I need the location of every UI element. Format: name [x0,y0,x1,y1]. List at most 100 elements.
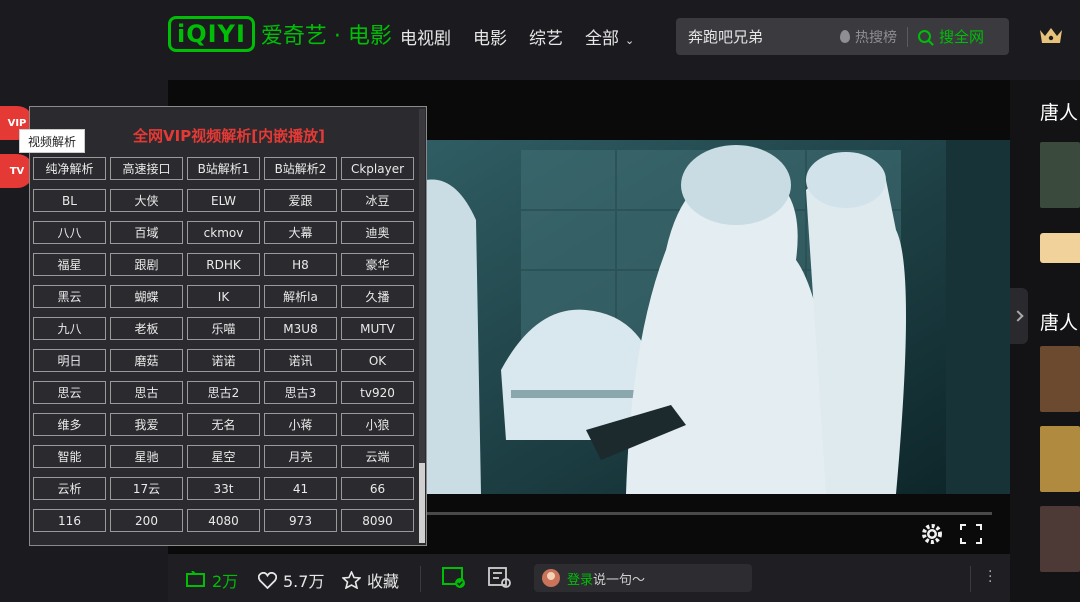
recommend-thumb-3[interactable] [1040,426,1080,492]
vip-parse-button[interactable]: 33t [187,477,260,500]
vip-panel-title: 全网VIP视频解析[内嵌播放] [133,127,325,145]
vip-icon-label: VIP [7,117,27,129]
vip-parse-button[interactable]: 百域 [110,221,183,244]
vip-parse-button[interactable]: 维多 [33,413,106,436]
action-divider [420,566,421,592]
page: iQIYI 爱奇艺 · 电影 电视剧 电影 综艺 全部 ⌄ 热搜榜 搜全网 [0,0,1080,602]
nav-item-variety[interactable]: 综艺 [529,24,563,49]
vip-parse-button[interactable]: 纯净解析 [33,157,106,180]
vip-parse-button[interactable]: 116 [33,509,106,532]
vip-parse-button[interactable]: 黑云 [33,285,106,308]
vip-parse-button[interactable]: 8090 [341,509,414,532]
vip-parse-button[interactable]: 小蒋 [264,413,337,436]
recommend-thumb-2[interactable] [1040,346,1080,412]
vip-parse-button[interactable]: tv920 [341,381,414,404]
collect-button[interactable]: 收藏 [342,568,399,592]
vip-parse-button[interactable]: 磨菇 [110,349,183,372]
vip-parse-button[interactable]: 迪奥 [341,221,414,244]
like-button[interactable]: 5.7万 [258,568,324,592]
vip-parse-button[interactable]: 17云 [110,477,183,500]
vip-parse-button[interactable]: 星驰 [110,445,183,468]
vip-parse-button[interactable]: 久播 [341,285,414,308]
vip-parse-panel: 全网VIP视频解析[内嵌播放] 纯净解析 高速接口 B站解析1 B站解析2 Ckplay… [29,106,427,546]
vip-parse-button[interactable]: 月亮 [264,445,337,468]
search-icon [918,30,931,43]
vip-parse-button[interactable]: 云端 [341,445,414,468]
hot-search-link[interactable]: 热搜榜 [840,27,897,47]
recommend-thumb-1[interactable] [1040,142,1080,208]
vip-parse-button[interactable]: IK [187,285,260,308]
vip-parse-button[interactable]: 云析 [33,477,106,500]
vip-parse-button[interactable]: 八八 [33,221,106,244]
vip-parse-button[interactable]: 福星 [33,253,106,276]
vip-parse-button[interactable]: 智能 [33,445,106,468]
vip-parse-button[interactable]: 大幕 [264,221,337,244]
vip-parse-button[interactable]: 思古3 [264,381,337,404]
vip-parse-button[interactable]: 高速接口 [110,157,183,180]
search-input[interactable] [676,27,836,46]
vip-parse-button[interactable]: 九八 [33,317,106,340]
vip-parse-button[interactable]: 蝴蝶 [110,285,183,308]
vip-parse-button[interactable]: 无名 [187,413,260,436]
vip-parse-button[interactable]: Ckplayer [341,157,414,180]
vip-parse-button[interactable]: ckmov [187,221,260,244]
progress-bar[interactable] [426,512,992,515]
vip-parse-button[interactable]: H8 [264,253,337,276]
nav-item-all[interactable]: 全部 ⌄ [585,24,634,49]
top-header: iQIYI 爱奇艺 · 电影 电视剧 电影 综艺 全部 ⌄ 热搜榜 搜全网 [0,0,1080,72]
vip-parse-button[interactable]: 诺诺 [187,349,260,372]
vip-panel-scroll-thumb[interactable] [419,463,425,543]
search-divider [907,26,908,47]
vip-parse-button[interactable]: 200 [110,509,183,532]
vip-parse-button[interactable]: RDHK [187,253,260,276]
vip-parse-button[interactable]: B站解析1 [187,157,260,180]
more-options-icon[interactable]: · · · [988,565,992,589]
site-logo[interactable]: iQIYI 爱奇艺 · 电影 [168,14,392,54]
recommend-thumb-4[interactable] [1040,506,1080,572]
vip-parse-button[interactable]: MUTV [341,317,414,340]
vip-parse-button[interactable]: BL [33,189,106,212]
nav-item-tv[interactable]: 电视剧 [400,24,451,49]
vip-parse-button[interactable]: 41 [264,477,337,500]
vip-parse-button[interactable]: 爱跟 [264,189,337,212]
vip-parse-button[interactable]: 乐喵 [187,317,260,340]
flame-icon [840,30,850,43]
sidebar-toggle-chevron-icon[interactable] [1010,288,1028,344]
vip-parse-button[interactable]: 思古 [110,381,183,404]
logo-mark: iQIYI [168,16,255,52]
nav-item-movie[interactable]: 电影 [473,24,507,49]
vip-parse-button[interactable]: 跟剧 [110,253,183,276]
fullscreen-icon[interactable] [960,524,982,544]
vip-parse-button[interactable]: 973 [264,509,337,532]
vip-parse-button[interactable]: 小狼 [341,413,414,436]
danmaku-count: 2万 [212,572,239,591]
vip-parse-button[interactable]: 星空 [187,445,260,468]
vip-parse-button[interactable]: 诺讯 [264,349,337,372]
comment-login-link[interactable]: 登录 [567,569,593,588]
vip-parse-button[interactable]: B站解析2 [264,157,337,180]
vip-parse-button[interactable]: 我爱 [110,413,183,436]
vip-parse-button[interactable]: 明日 [33,349,106,372]
crown-icon[interactable] [1038,26,1064,46]
main-nav: 电视剧 电影 综艺 全部 ⌄ [400,24,656,49]
search-all-button[interactable]: 搜全网 [918,26,984,47]
vip-parse-button[interactable]: 大侠 [110,189,183,212]
screen-cast-icon[interactable] [442,567,466,589]
vip-parse-button[interactable]: 思云 [33,381,106,404]
comment-input[interactable]: 登录 说一句～ [534,564,752,592]
recommend-action-button[interactable] [1040,233,1080,263]
vip-parse-button[interactable]: 思古2 [187,381,260,404]
danmaku-icon [186,571,205,587]
vip-parse-button[interactable]: OK [341,349,414,372]
danmaku-count-button[interactable]: 2万 [186,568,238,592]
vip-parse-button[interactable]: 4080 [187,509,260,532]
playlist-settings-icon[interactable] [488,567,512,589]
vip-parse-button[interactable]: 冰豆 [341,189,414,212]
settings-gear-icon[interactable] [920,522,944,546]
vip-parse-button[interactable]: 老板 [110,317,183,340]
vip-parse-button[interactable]: 豪华 [341,253,414,276]
vip-parse-button[interactable]: 解析la [264,285,337,308]
vip-parse-button[interactable]: M3U8 [264,317,337,340]
vip-parse-button[interactable]: ELW [187,189,260,212]
vip-parse-button[interactable]: 66 [341,477,414,500]
